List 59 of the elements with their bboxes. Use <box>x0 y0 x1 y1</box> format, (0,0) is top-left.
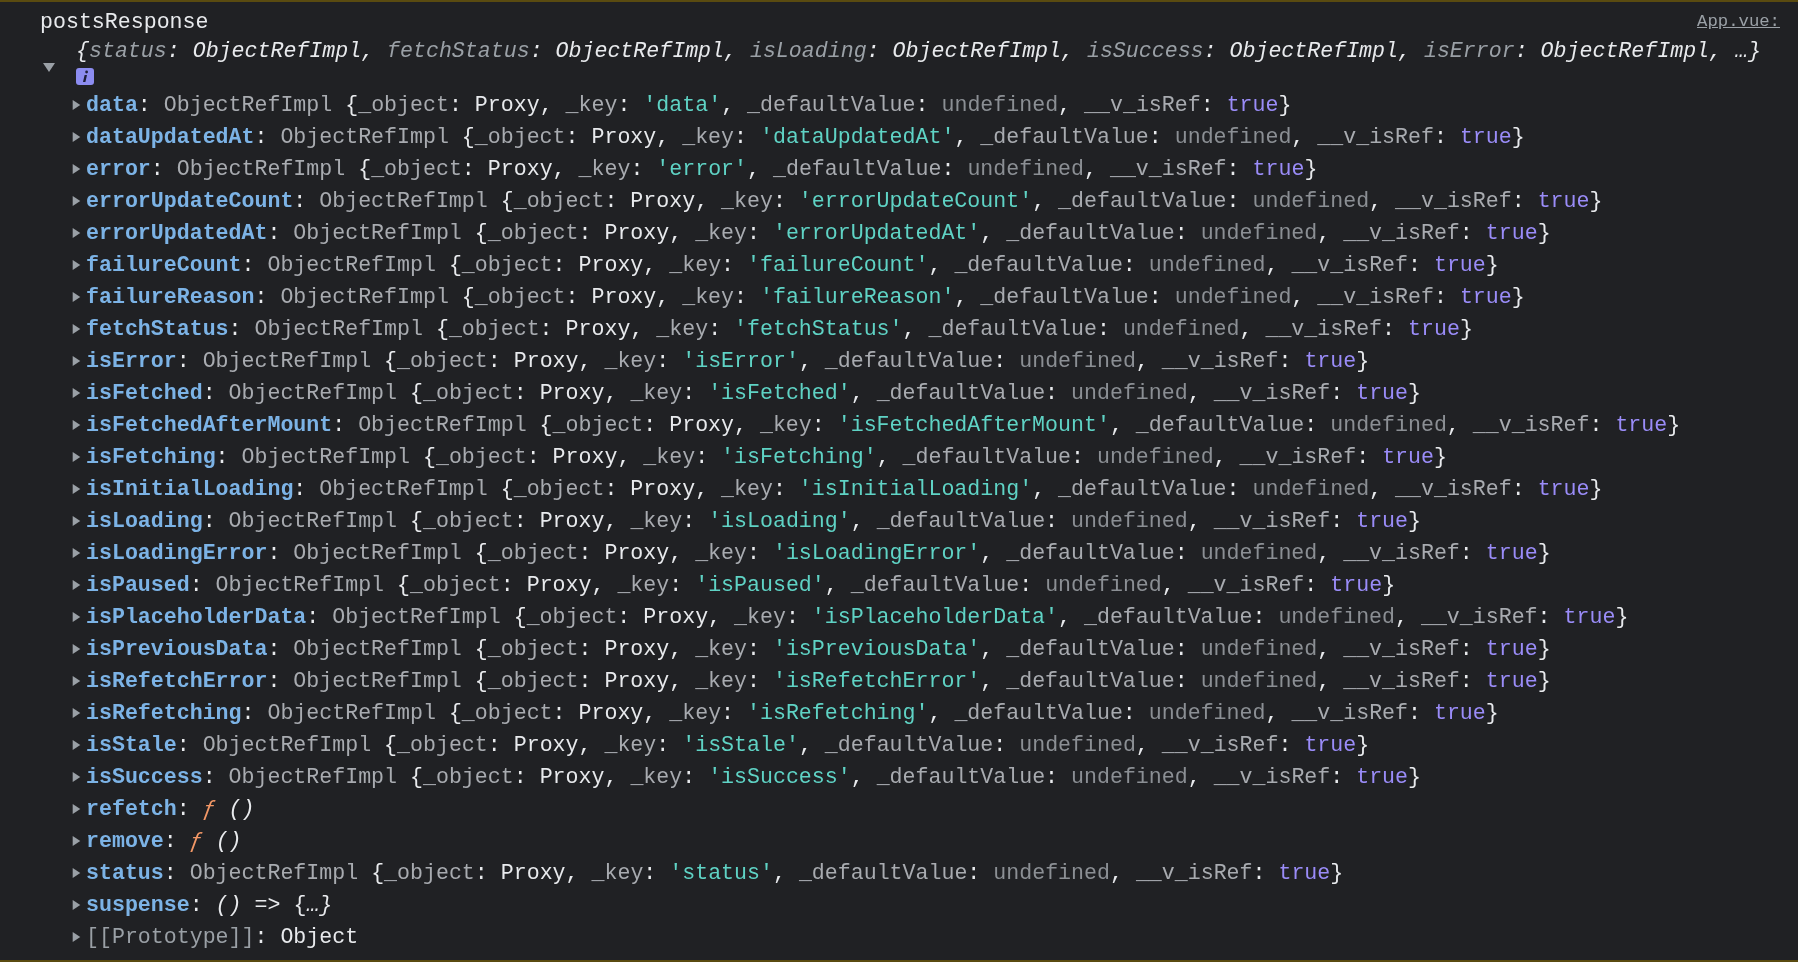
expand-triangle-icon[interactable] <box>71 195 82 207</box>
property-row[interactable]: remove: ƒ () <box>86 824 242 858</box>
expand-triangle-icon[interactable] <box>71 899 82 911</box>
expand-triangle-icon[interactable] <box>71 739 82 751</box>
property-row[interactable]: data: ObjectRefImpl {_object: Proxy, _key: 'data', _defaultValue: undefined, __v_isRef: true} <box>86 88 1292 122</box>
property-row[interactable]: isLoadingError: ObjectRefImpl {_object: Proxy, _key: 'isLoadingError', _defaultValue: undefined, __v_isRef: true} <box>86 536 1551 570</box>
log-label: postsResponse <box>40 8 209 36</box>
expand-triangle-icon[interactable] <box>71 483 82 495</box>
source-link[interactable]: App.vue: <box>1697 8 1780 36</box>
property-row[interactable]: dataUpdatedAt: ObjectRefImpl {_object: Proxy, _key: 'dataUpdatedAt', _defaultValue: undefined, __v_isRef: true} <box>86 120 1525 154</box>
expand-triangle-icon[interactable] <box>71 323 82 335</box>
expand-triangle-icon[interactable] <box>71 355 82 367</box>
expand-triangle-icon[interactable] <box>71 803 82 815</box>
property-row[interactable]: failureCount: ObjectRefImpl {_object: Proxy, _key: 'failureCount', _defaultValue: undefined, __v_isRef: true} <box>86 248 1499 282</box>
property-row[interactable]: isFetchedAfterMount: ObjectRefImpl {_object: Proxy, _key: 'isFetchedAfterMount', _defaultValue: undefined, __v_isRef: true} <box>86 408 1681 442</box>
object-summary[interactable]: {status: ObjectRefImpl, fetchStatus: ObjectRefImpl, isLoading: ObjectRefImpl, isSuccess: ObjectRefImpl, isError: ObjectRefImpl, …} <box>76 34 1761 68</box>
expand-triangle-icon[interactable] <box>71 611 82 623</box>
expand-triangle-icon[interactable] <box>71 99 82 111</box>
property-row[interactable]: error: ObjectRefImpl {_object: Proxy, _key: 'error', _defaultValue: undefined, __v_isRef: true} <box>86 152 1318 186</box>
info-icon[interactable] <box>76 68 94 85</box>
expand-triangle-icon[interactable] <box>71 771 82 783</box>
expand-triangle-icon[interactable] <box>71 675 82 687</box>
expand-triangle-icon[interactable] <box>71 579 82 591</box>
expand-triangle-icon[interactable] <box>71 387 82 399</box>
expand-triangle-icon[interactable] <box>71 547 82 559</box>
property-row[interactable]: suspense: () => {…} <box>86 888 333 922</box>
expand-triangle-icon[interactable] <box>71 515 82 527</box>
property-row[interactable]: isPlaceholderData: ObjectRefImpl {_object: Proxy, _key: 'isPlaceholderData', _defaultValue: undefined, __v_isRef: true} <box>86 600 1629 634</box>
expand-triangle-icon[interactable] <box>71 131 82 143</box>
property-row[interactable]: errorUpdateCount: ObjectRefImpl {_object: Proxy, _key: 'errorUpdateCount', _defaultValue: undefined, __v_isRef: true} <box>86 184 1603 218</box>
expand-triangle-icon[interactable] <box>71 451 82 463</box>
expand-triangle-icon[interactable] <box>42 61 56 73</box>
property-row[interactable]: refetch: ƒ () <box>86 792 255 826</box>
property-row[interactable]: fetchStatus: ObjectRefImpl {_object: Proxy, _key: 'fetchStatus', _defaultValue: undefined, __v_isRef: true} <box>86 312 1473 346</box>
expand-triangle-icon[interactable] <box>71 419 82 431</box>
expand-triangle-icon[interactable] <box>71 643 82 655</box>
property-row[interactable]: isLoading: ObjectRefImpl {_object: Proxy, _key: 'isLoading', _defaultValue: undefined, __v_isRef: true} <box>86 504 1421 538</box>
property-row[interactable]: isSuccess: ObjectRefImpl {_object: Proxy, _key: 'isSuccess', _defaultValue: undefined, __v_isRef: true} <box>86 760 1421 794</box>
property-row[interactable]: isError: ObjectRefImpl {_object: Proxy, _key: 'isError', _defaultValue: undefined, __v_isRef: true} <box>86 344 1370 378</box>
property-row[interactable]: isFetching: ObjectRefImpl {_object: Proxy, _key: 'isFetching', _defaultValue: undefined, __v_isRef: true} <box>86 440 1447 474</box>
expand-triangle-icon[interactable] <box>71 163 82 175</box>
property-row[interactable]: isStale: ObjectRefImpl {_object: Proxy, _key: 'isStale', _defaultValue: undefined, __v_isRef: true} <box>86 728 1370 762</box>
expand-triangle-icon[interactable] <box>71 227 82 239</box>
expand-triangle-icon[interactable] <box>71 707 82 719</box>
property-row[interactable]: failureReason: ObjectRefImpl {_object: Proxy, _key: 'failureReason', _defaultValue: undefined, __v_isRef: true} <box>86 280 1525 314</box>
expand-triangle-icon[interactable] <box>71 291 82 303</box>
property-row[interactable]: status: ObjectRefImpl {_object: Proxy, _key: 'status', _defaultValue: undefined, __v_isRef: true} <box>86 856 1344 890</box>
expand-triangle-icon[interactable] <box>71 867 82 879</box>
property-row[interactable]: isPaused: ObjectRefImpl {_object: Proxy, _key: 'isPaused', _defaultValue: undefined, __v_isRef: true} <box>86 568 1396 602</box>
expand-triangle-icon[interactable] <box>71 259 82 271</box>
prototype-row[interactable]: [[Prototype]]: Object <box>86 920 359 954</box>
property-row[interactable]: errorUpdatedAt: ObjectRefImpl {_object: Proxy, _key: 'errorUpdatedAt', _defaultValue: undefined, __v_isRef: true} <box>86 216 1551 250</box>
expand-triangle-icon[interactable] <box>71 931 82 943</box>
property-row[interactable]: isPreviousData: ObjectRefImpl {_object: Proxy, _key: 'isPreviousData', _defaultValue: undefined, __v_isRef: true} <box>86 632 1551 666</box>
property-row[interactable]: isInitialLoading: ObjectRefImpl {_object: Proxy, _key: 'isInitialLoading', _defaultValue: undefined, __v_isRef: true} <box>86 472 1603 506</box>
property-row[interactable]: isFetched: ObjectRefImpl {_object: Proxy, _key: 'isFetched', _defaultValue: undefined, __v_isRef: true} <box>86 376 1421 410</box>
expand-triangle-icon[interactable] <box>71 835 82 847</box>
property-row[interactable]: isRefetchError: ObjectRefImpl {_object: Proxy, _key: 'isRefetchError', _defaultValue: undefined, __v_isRef: true} <box>86 664 1551 698</box>
property-row[interactable]: isRefetching: ObjectRefImpl {_object: Proxy, _key: 'isRefetching', _defaultValue: undefined, __v_isRef: true} <box>86 696 1499 730</box>
